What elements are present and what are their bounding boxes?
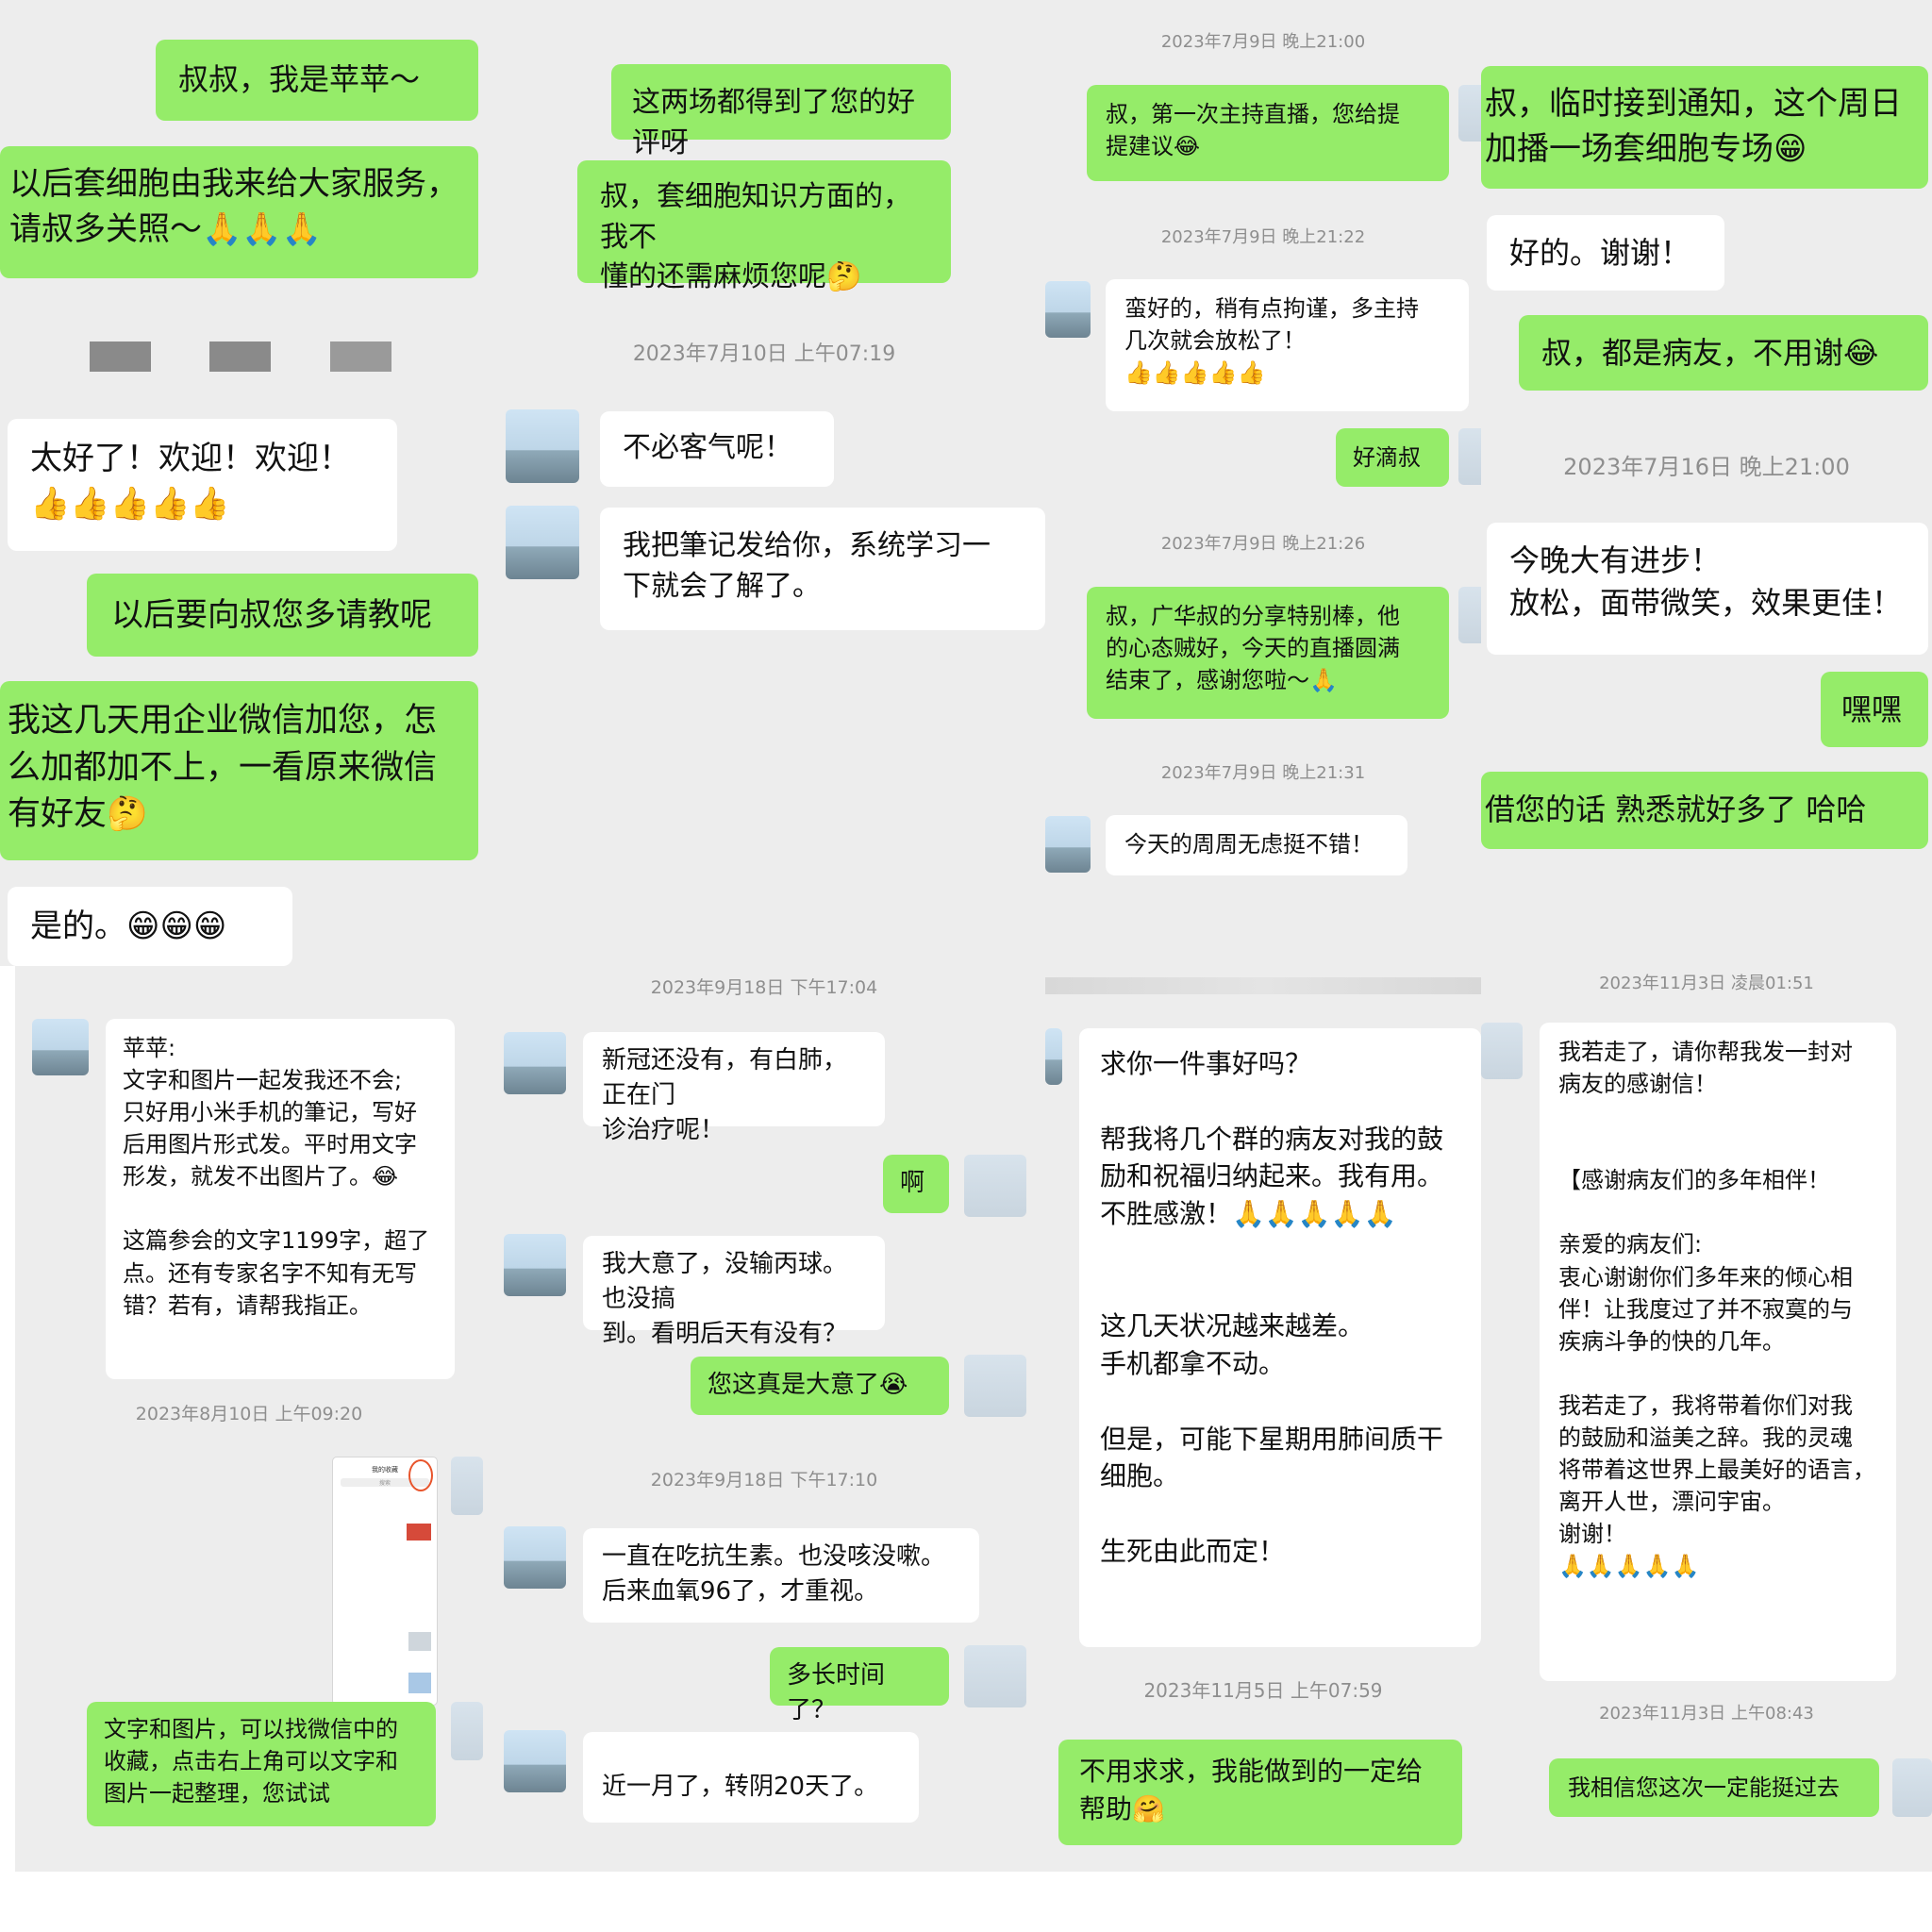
chat-panel-6: 2023年9月18日 下午17:04 新冠还没有，有白肺，正在门 诊治疗呢！ 啊… bbox=[483, 966, 1045, 1872]
message-bubble[interactable]: 嘿嘿 bbox=[1821, 672, 1928, 747]
chat-panel-8: 2023年11月3日 凌晨01:51 我若走了，请你帮我发一封对 病友的感谢信！… bbox=[1481, 966, 1932, 1872]
message-bubble[interactable]: 我这几天用企业微信加您，怎 么加都加不上，一看原来微信 有好友🤔 bbox=[0, 681, 478, 860]
avatar[interactable] bbox=[504, 1234, 566, 1296]
message-bubble[interactable]: 叔叔，我是苹苹～ bbox=[156, 40, 478, 121]
avatar[interactable] bbox=[1458, 85, 1481, 142]
message-bubble[interactable]: 我把筆记发给你，系统学习一 下就会了解了。 bbox=[600, 508, 1045, 630]
timestamp: 2023年8月10日 上午09:20 bbox=[135, 1404, 363, 1424]
annotation-circle bbox=[408, 1459, 433, 1491]
screenshot-image[interactable]: 我的收藏 搜索 bbox=[332, 1457, 438, 1706]
avatar[interactable] bbox=[1458, 587, 1481, 643]
screenshot-item-thumb bbox=[408, 1673, 431, 1693]
avatar[interactable] bbox=[506, 409, 579, 483]
message-bubble[interactable]: 太好了！欢迎！欢迎！ 👍👍👍👍👍 bbox=[8, 419, 397, 551]
timestamp: 2023年7月9日 晚上21:00 bbox=[1160, 32, 1366, 52]
avatar[interactable] bbox=[1892, 1758, 1932, 1817]
timestamp: 2023年9月18日 下午17:10 bbox=[650, 1470, 878, 1491]
message-bubble[interactable]: 叔，广华叔的分享特别棒，他 的心态贼好，今天的直播圆满 结束了，感谢您啦～🙏 bbox=[1087, 587, 1449, 719]
message-bubble[interactable]: 是的。😁😁😁 bbox=[8, 887, 292, 966]
message-bubble[interactable]: 近一月了，转阴20天了。 bbox=[583, 1732, 919, 1823]
message-bubble[interactable]: 叔，套细胞知识方面的，我不 懂的还需麻烦您呢🤔 bbox=[577, 160, 951, 293]
avatar[interactable] bbox=[504, 1032, 566, 1094]
avatar[interactable] bbox=[32, 1019, 89, 1075]
message-bubble[interactable]: 苹苹: 文字和图片一起发我还不会; 只好用小米手机的筆记，写好 后用图片形式发。… bbox=[106, 1019, 455, 1379]
chat-panel-2: 这两场都得到了您的好评呀 叔，套细胞知识方面的，我不 懂的还需麻烦您呢🤔 202… bbox=[483, 0, 1045, 966]
message-bubble[interactable]: 蛮好的，稍有点拘谨，多主持 几次就会放松了！ 👍👍👍👍👍 bbox=[1106, 279, 1469, 411]
avatar[interactable] bbox=[504, 1730, 566, 1792]
avatar[interactable] bbox=[964, 1355, 1026, 1417]
chat-panel-1: 叔叔，我是苹苹～ 以后套细胞由我来给大家服务， 请叔多关照～🙏🙏🙏 太好了！欢迎… bbox=[0, 0, 483, 966]
avatar[interactable] bbox=[1458, 428, 1481, 485]
message-bubble[interactable]: 求你一件事好吗？ 帮我将几个群的病友对我的鼓 励和祝福归纳起来。我有用。 不胜感… bbox=[1079, 1028, 1481, 1647]
blurred-system-notice bbox=[1045, 977, 1481, 994]
screenshot-item-thumb bbox=[408, 1632, 431, 1651]
message-bubble[interactable]: 这两场都得到了您的好评呀 bbox=[611, 64, 951, 159]
avatar[interactable] bbox=[1481, 1023, 1523, 1079]
timestamp: 2023年11月3日 上午08:43 bbox=[1599, 1704, 1814, 1724]
timestamp: 2023年7月9日 晚上21:22 bbox=[1160, 227, 1366, 247]
avatar[interactable] bbox=[1045, 1028, 1062, 1085]
avatar[interactable] bbox=[964, 1155, 1026, 1217]
message-bubble[interactable]: 多长时间了？ bbox=[770, 1647, 949, 1724]
message-bubble[interactable]: 叔，都是病友，不用谢😂 bbox=[1519, 315, 1928, 391]
message-bubble[interactable]: 以后要向叔您多请教呢 bbox=[87, 574, 478, 657]
message-bubble[interactable]: 我若走了，请你帮我发一封对 病友的感谢信！ 【感谢病友们的多年相伴！ 亲爱的病友… bbox=[1540, 1023, 1896, 1681]
timestamp: 2023年7月9日 晚上21:26 bbox=[1160, 534, 1366, 554]
timestamp: 2023年11月5日 上午07:59 bbox=[1143, 1679, 1383, 1702]
chat-panel-3: 2023年7月9日 晚上21:00 叔，第一次主持直播，您给提 提建议😂 202… bbox=[1045, 0, 1481, 966]
message-bubble[interactable]: 不必客气呢！ bbox=[600, 411, 834, 487]
avatar[interactable] bbox=[1045, 281, 1091, 338]
message-bubble[interactable]: 以后套细胞由我来给大家服务， 请叔多关照～🙏🙏🙏 bbox=[0, 146, 478, 278]
message-bubble[interactable]: 好的。谢谢！ bbox=[1487, 215, 1724, 291]
message-bubble[interactable]: 叔，临时接到通知，这个周日 加播一场套细胞专场😁 bbox=[1481, 66, 1928, 189]
message-bubble[interactable]: 不用求求，我能做到的一定给 帮助🤗 bbox=[1058, 1740, 1462, 1845]
timestamp: 2023年9月18日 下午17:04 bbox=[650, 977, 878, 998]
blurred-redaction bbox=[209, 341, 271, 372]
blurred-redaction bbox=[330, 341, 391, 372]
avatar[interactable] bbox=[451, 1457, 483, 1515]
chat-panel-4: 叔，临时接到通知，这个周日 加播一场套细胞专场😁 好的。谢谢！ 叔，都是病友，不… bbox=[1481, 0, 1932, 966]
timestamp: 2023年7月10日 上午07:19 bbox=[632, 342, 896, 366]
message-bubble[interactable]: 叔，第一次主持直播，您给提 提建议😂 bbox=[1087, 85, 1449, 181]
message-bubble[interactable]: 借您的话 熟悉就好多了 哈哈 bbox=[1481, 772, 1928, 849]
message-bubble[interactable]: 我相信您这次一定能挺过去 bbox=[1549, 1758, 1879, 1817]
message-bubble[interactable]: 文字和图片，可以找微信中的 收藏，点击右上角可以文字和 图片一起整理，您试试 bbox=[87, 1702, 436, 1826]
message-bubble[interactable]: 新冠还没有，有白肺，正在门 诊治疗呢！ bbox=[583, 1032, 885, 1144]
message-bubble[interactable]: 今晚大有进步！ 放松，面带微笑，效果更佳！ bbox=[1487, 523, 1928, 655]
timestamp: 2023年7月9日 晚上21:31 bbox=[1160, 763, 1366, 783]
message-bubble[interactable]: 我大意了，没输丙球。也没搞 到。看明后天有没有？ bbox=[583, 1236, 885, 1348]
avatar[interactable] bbox=[964, 1645, 1026, 1707]
message-bubble[interactable]: 一直在吃抗生素。也没咳没嗽。 后来血氧96了，才重视。 bbox=[583, 1528, 979, 1623]
avatar[interactable] bbox=[504, 1526, 566, 1589]
timestamp: 2023年7月16日 晚上21:00 bbox=[1563, 454, 1850, 480]
avatar[interactable] bbox=[1045, 816, 1091, 873]
avatar[interactable] bbox=[506, 506, 579, 579]
chat-panel-5: 苹苹: 文字和图片一起发我还不会; 只好用小米手机的筆记，写好 后用图片形式发。… bbox=[15, 966, 483, 1872]
message-bubble[interactable]: 啊 bbox=[883, 1155, 949, 1213]
message-bubble[interactable]: 今天的周周无虑挺不错！ bbox=[1106, 815, 1407, 875]
message-bubble[interactable]: 好滴叔 bbox=[1336, 428, 1449, 487]
avatar[interactable] bbox=[451, 1702, 483, 1760]
message-bubble[interactable]: 您这真是大意了😭 bbox=[691, 1357, 949, 1415]
chat-panel-7: 求你一件事好吗？ 帮我将几个群的病友对我的鼓 励和祝福归纳起来。我有用。 不胜感… bbox=[1045, 966, 1481, 1872]
timestamp: 2023年11月3日 凌晨01:51 bbox=[1599, 974, 1814, 993]
screenshot-item-thumb bbox=[407, 1524, 431, 1541]
blurred-redaction bbox=[90, 341, 151, 372]
